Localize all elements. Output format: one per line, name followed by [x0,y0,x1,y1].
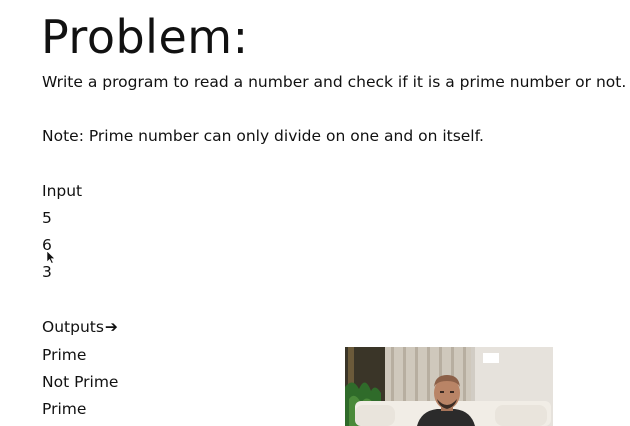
webcam-overlay [345,347,553,426]
problem-note: Note: Prime number can only divide on on… [42,127,484,145]
input-value: 3 [42,263,52,281]
output-label: Outputs [42,318,104,336]
input-label: Input [42,182,83,200]
problem-statement: Write a program to read a number and che… [42,73,627,91]
output-heading: Outputs➔ [42,317,118,337]
output-value: Prime [42,400,87,418]
right-arrow-icon: ➔ [104,318,118,336]
input-value: 5 [42,209,52,227]
output-value: Not Prime [42,373,119,391]
mouse-pointer-icon [46,250,56,264]
slide-canvas: Problem: Write a program to read a numbe… [0,0,630,426]
slide-title: Problem: [41,10,249,64]
webcam-video-frame [345,347,553,426]
output-value: Prime [42,346,87,364]
